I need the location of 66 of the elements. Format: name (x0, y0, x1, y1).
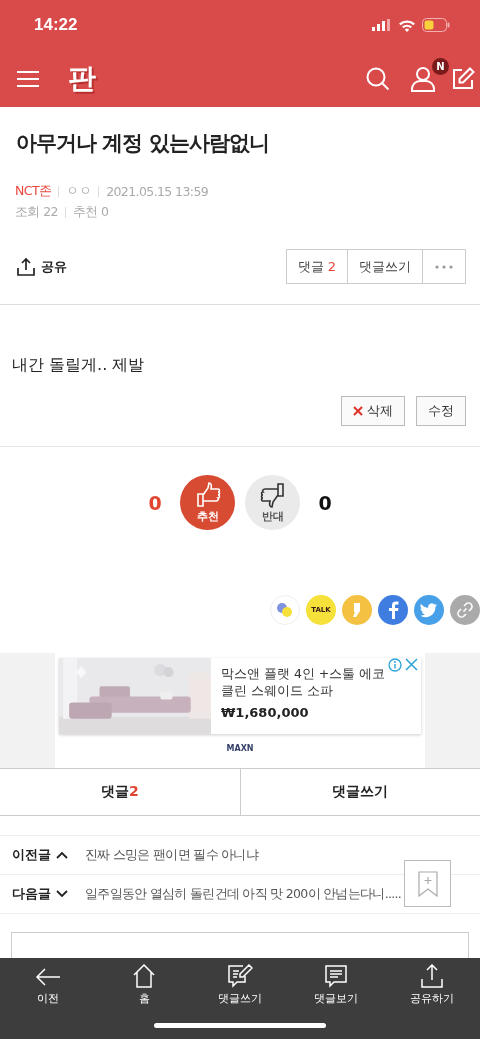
comments-tab[interactable]: 댓글보기 (288, 964, 384, 1006)
home-tab[interactable]: 홈 (96, 964, 192, 1006)
search-icon[interactable] (365, 65, 391, 92)
write-comment-icon (227, 964, 253, 988)
home-icon (132, 964, 156, 988)
write-tab[interactable]: 댓글쓰기 (192, 964, 288, 1006)
chevron-down-icon (56, 890, 68, 898)
delete-button[interactable]: 삭제 (341, 396, 405, 426)
ad-price: ₩1,680,000 (221, 704, 310, 720)
thumbs-up-icon (194, 481, 221, 508)
info-icon[interactable] (388, 658, 402, 672)
status-time: 14:22 (34, 15, 78, 35)
post-body: 내간 돌릴게.. 제발 (12, 355, 146, 376)
view-count: 조회 22 (15, 204, 58, 221)
battery-icon (422, 18, 450, 32)
next-post-label[interactable]: 다음글 (12, 885, 51, 903)
comments-tab[interactable]: 댓글2 (0, 769, 241, 815)
post-date: 2021.05.15 13:59 (106, 184, 209, 199)
write-comment-button[interactable]: 댓글쓰기 (348, 250, 423, 283)
comments-button[interactable]: 댓글 2 (286, 250, 348, 283)
recommend-button[interactable]: 추천 (180, 475, 235, 530)
post-title: 아무거나 계정 있는사람없니 (16, 130, 270, 157)
board-link[interactable]: NCT존 (15, 183, 52, 200)
bird-icon (420, 602, 438, 618)
oppose-count: 0 (317, 491, 333, 514)
user-icon[interactable] (411, 65, 435, 92)
chevron-up-icon (56, 851, 68, 859)
share-icon (420, 964, 444, 988)
facebook-share-button[interactable] (378, 595, 408, 625)
close-icon (353, 406, 363, 416)
edit-icon[interactable] (451, 66, 475, 91)
previous-post-label[interactable]: 이전글 (12, 846, 51, 864)
share-icon (16, 256, 36, 277)
comma-icon (352, 602, 362, 618)
post-link[interactable]: 진짜 스밍은 팬이면 필수 아니냐 (85, 846, 258, 864)
close-icon[interactable] (405, 658, 418, 671)
notification-badge: N (432, 57, 449, 75)
back-tab[interactable]: 이전 (0, 964, 96, 1006)
ad-card[interactable]: 막스앤 플랫 4인 +스툴 에코클린 스웨이드 소파 ₩1,680,000 (59, 658, 421, 734)
wifi-icon (398, 18, 416, 32)
oppose-button[interactable]: 반대 (245, 475, 300, 530)
ad-title[interactable]: 막스앤 플랫 4인 +스툴 에코클린 스웨이드 소파 (221, 666, 413, 700)
recommend-count: 추천 0 (72, 204, 109, 221)
link-icon (456, 601, 474, 619)
edit-button[interactable]: 수정 (416, 396, 466, 426)
facebook-icon (387, 601, 399, 619)
comment-icon (324, 964, 348, 988)
chat-share-button[interactable] (270, 595, 300, 625)
bookmark-add-icon (417, 870, 438, 897)
write-comment-tab[interactable]: 댓글쓰기 (240, 769, 480, 815)
logo[interactable]: 판 (68, 64, 96, 93)
menu-icon[interactable] (16, 69, 40, 88)
recommend-count: 0 (147, 491, 163, 514)
signal-icon (372, 19, 392, 31)
share-button[interactable]: 공유 (16, 256, 67, 277)
brand-logo[interactable]: MAXN (226, 744, 254, 753)
more-icon (435, 264, 453, 269)
thumbs-down-icon (259, 481, 286, 508)
bookmark-button[interactable] (404, 860, 451, 907)
twitter-share-button[interactable] (414, 595, 444, 625)
chat-bubbles-icon (275, 600, 295, 620)
back-arrow-icon (35, 966, 61, 988)
link-share-button[interactable] (450, 595, 480, 625)
share-tab[interactable]: 공유하기 (384, 964, 480, 1006)
story-share-button[interactable] (342, 595, 372, 625)
post-link[interactable]: 일주일동안 열심히 돌린건데 아직 맛 200이 안넘는다니..... (85, 885, 402, 903)
